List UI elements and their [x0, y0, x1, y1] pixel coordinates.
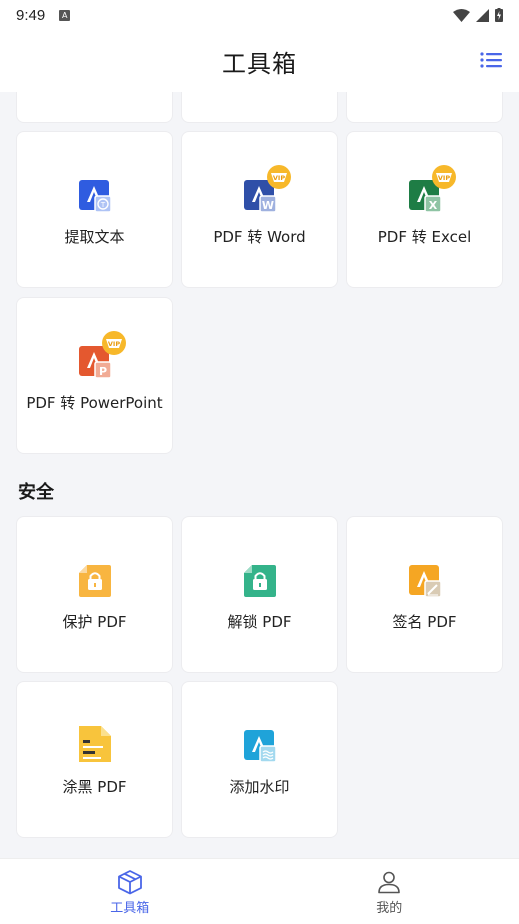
watermark-icon [243, 730, 277, 763]
tool-card-pdf-to-excel[interactable]: X VIP PDF 转 Excel [346, 131, 503, 288]
tool-card-pdf-to-ppt[interactable]: P VIP PDF 转 PowerPoint [16, 297, 173, 454]
svg-text:P: P [98, 365, 106, 378]
tool-label: 添加水印 [229, 778, 290, 796]
tool-card-partial[interactable] [346, 92, 503, 123]
signal-icon [476, 8, 489, 22]
tool-card-pdf-to-word[interactable]: W VIP PDF 转 Word [181, 131, 338, 288]
tool-label: 签名 PDF [392, 613, 457, 631]
list-icon[interactable] [480, 50, 502, 70]
tool-card-extract-text[interactable]: T 提取文本 [16, 131, 173, 288]
svg-text:VIP: VIP [107, 340, 119, 348]
bottom-nav: 工具箱 我的 [0, 858, 519, 924]
notification-indicator: A [59, 9, 71, 21]
tool-card-partial[interactable] [16, 92, 173, 123]
tool-label: 提取文本 [64, 228, 125, 246]
vip-badge-icon: VIP [101, 331, 126, 355]
tool-label: PDF 转 PowerPoint [26, 394, 163, 412]
sign-pdf-icon [408, 565, 442, 598]
unlock-pdf-icon [243, 565, 276, 597]
tool-label: 涂黑 PDF [62, 778, 127, 796]
status-bar: 9:49 A [0, 0, 519, 30]
tool-card-sign-pdf[interactable]: 签名 PDF [346, 516, 503, 673]
tool-label: 解锁 PDF [227, 613, 292, 631]
tool-label: PDF 转 Excel [377, 228, 472, 246]
extract-text-icon: T [78, 180, 112, 213]
tool-list[interactable]: T 提取文本 W VIP PDF 转 Word X VIP PDF 转 Exce… [0, 92, 519, 858]
tool-card-protect-pdf[interactable]: 保护 PDF [16, 516, 173, 673]
vip-badge-icon: VIP [431, 165, 456, 189]
nav-tab-toolbox[interactable]: 工具箱 [0, 859, 260, 924]
profile-icon [378, 871, 401, 894]
protect-pdf-icon [78, 565, 111, 597]
tool-label: 保护 PDF [62, 613, 127, 631]
battery-icon [495, 8, 503, 22]
page-title: 工具箱 [222, 49, 297, 78]
redact-pdf-icon [78, 726, 111, 762]
status-time: 9:49 [16, 6, 46, 24]
vip-badge-icon: VIP [266, 165, 291, 189]
tool-card-redact-pdf[interactable]: 涂黑 PDF [16, 681, 173, 838]
nav-tab-profile[interactable]: 我的 [260, 859, 519, 924]
tool-card-unlock-pdf[interactable]: 解锁 PDF [181, 516, 338, 673]
tool-card-partial[interactable] [181, 92, 338, 123]
svg-text:VIP: VIP [437, 174, 449, 182]
app-bar: 工具箱 [0, 30, 519, 92]
svg-text:T: T [99, 201, 105, 209]
svg-text:X: X [428, 199, 437, 212]
nav-label: 工具箱 [110, 901, 150, 916]
toolbox-icon [117, 870, 142, 895]
svg-text:W: W [261, 199, 273, 212]
nav-label: 我的 [376, 901, 403, 916]
tool-card-watermark[interactable]: 添加水印 [181, 681, 338, 838]
wifi-icon [453, 8, 470, 22]
section-title-security: 安全 [18, 482, 54, 503]
svg-text:VIP: VIP [272, 174, 284, 182]
tool-label: PDF 转 Word [213, 228, 306, 246]
